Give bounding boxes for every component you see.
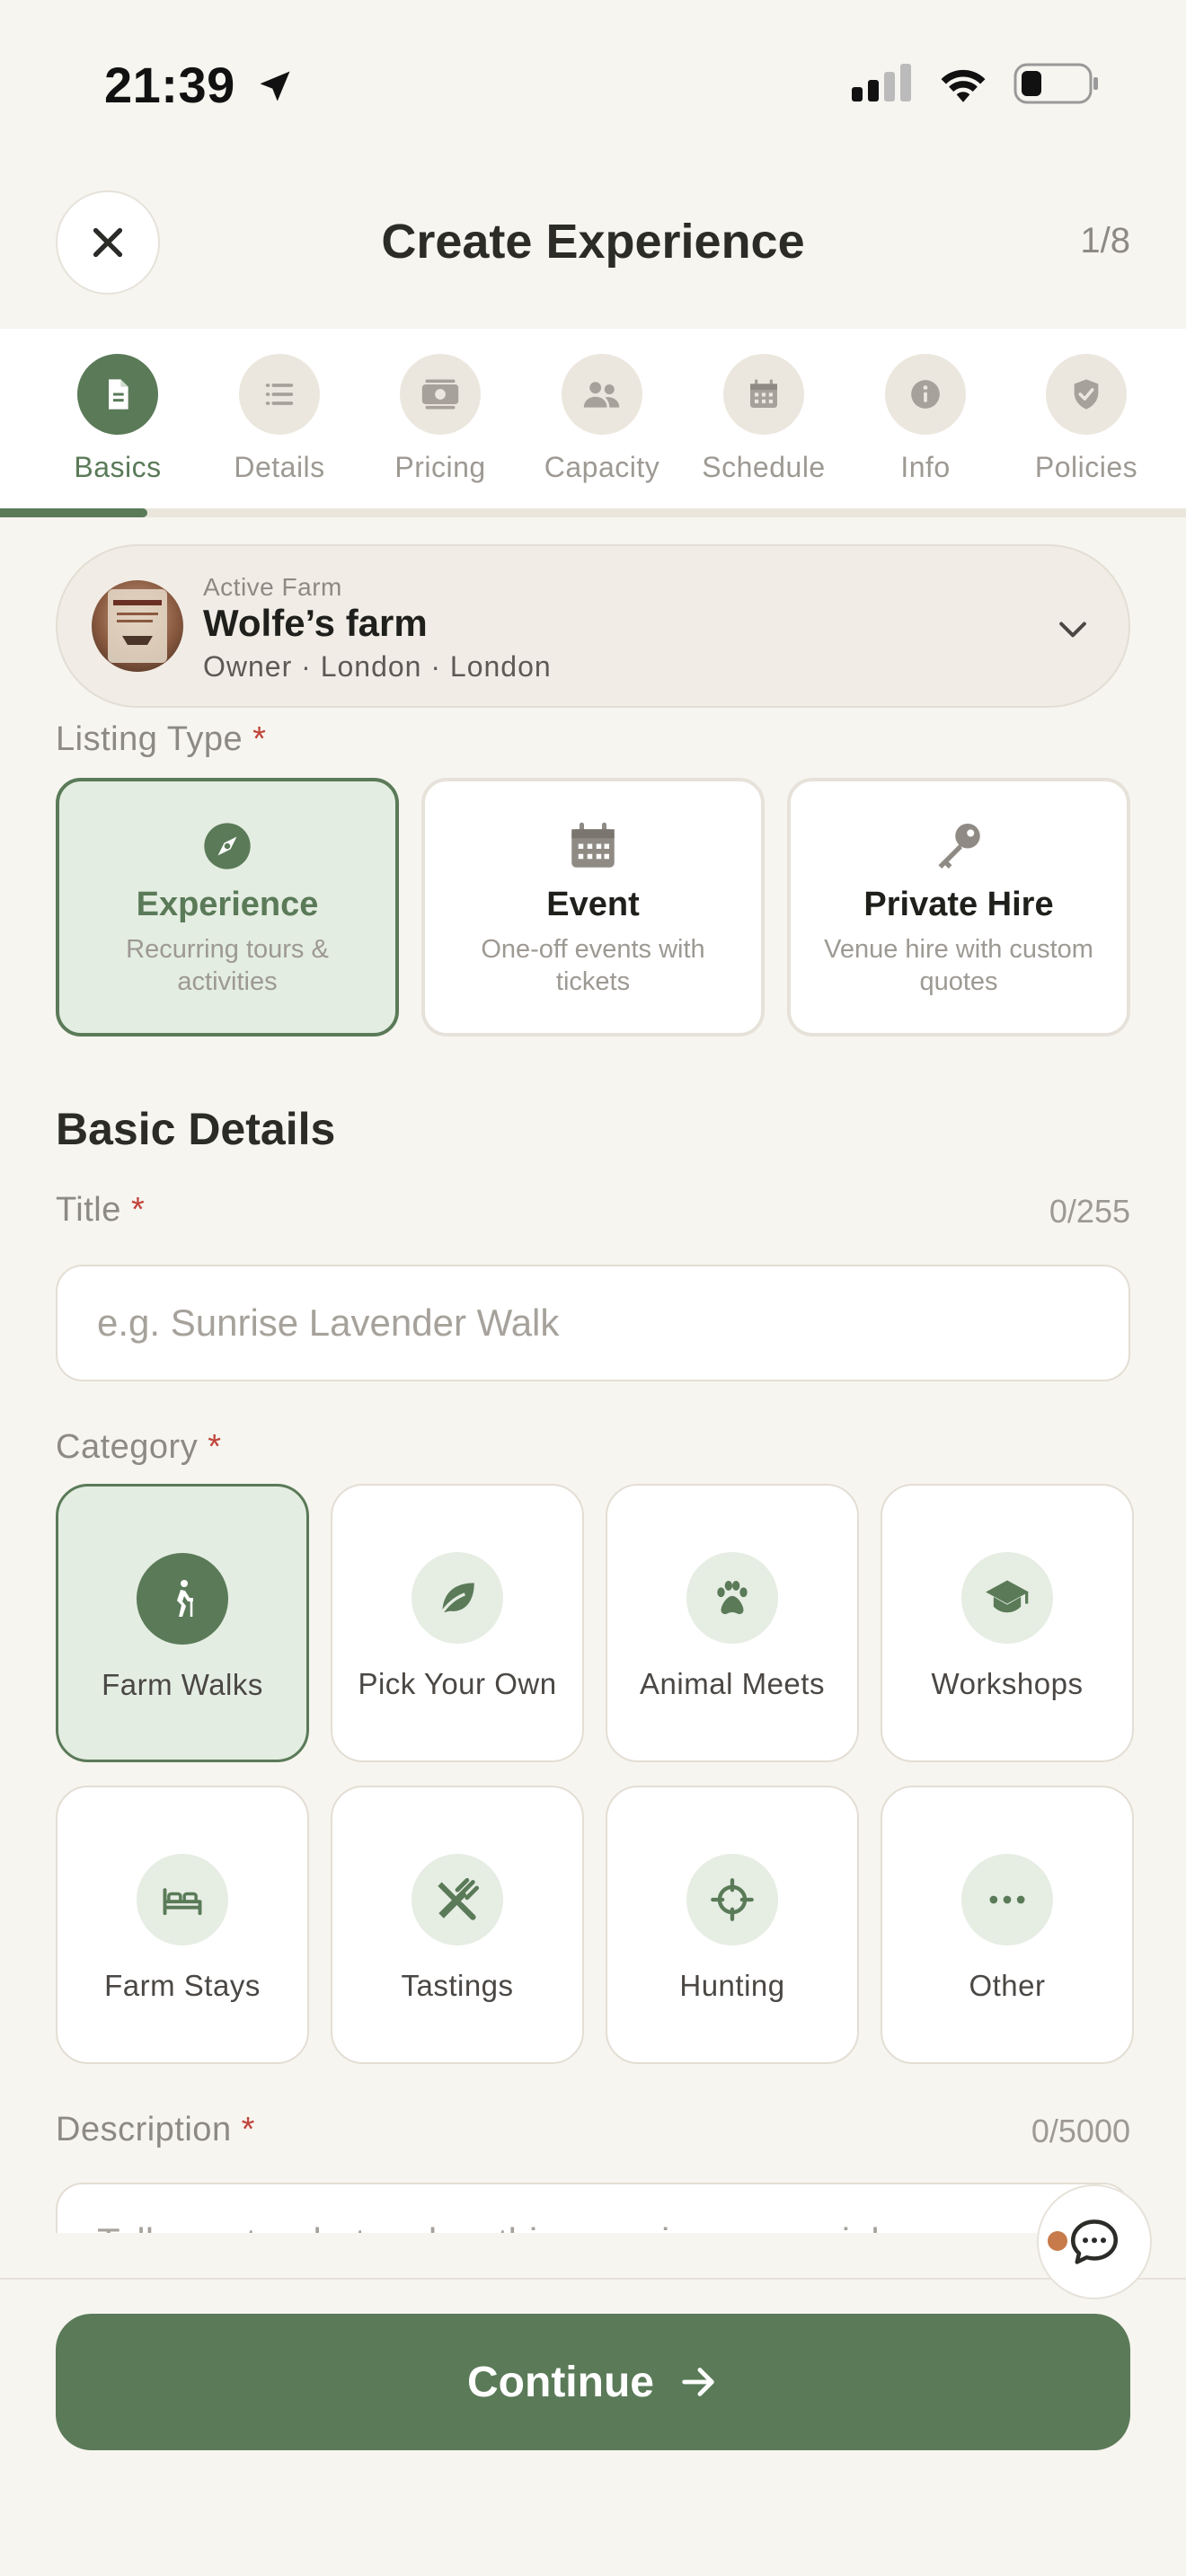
- category-other[interactable]: Other: [881, 1786, 1134, 2064]
- utensils-icon: [412, 1854, 503, 1945]
- required-marker: *: [252, 720, 267, 758]
- farm-meta: Owner · London · London: [203, 650, 552, 683]
- description-placeholder: Tell guests what makes this experience s…: [97, 2220, 880, 2233]
- location-arrow-icon: [260, 71, 290, 101]
- category-label-text: Animal Meets: [640, 1667, 825, 1700]
- category-farm-stays[interactable]: Farm Stays: [56, 1786, 309, 2064]
- banknote-icon: [400, 354, 481, 435]
- title-char-counter: 0/255: [1049, 1193, 1130, 1230]
- tab-policies[interactable]: Policies: [1010, 354, 1163, 484]
- section-title: Basic Details: [56, 1104, 336, 1154]
- description-char-counter: 0/5000: [1031, 2113, 1130, 2149]
- option-subtitle: Venue hire with custom quotes: [824, 935, 1093, 996]
- category-label-text: Farm Walks: [102, 1668, 263, 1701]
- label-text: Category: [56, 1428, 199, 1466]
- farm-caption: Active Farm: [203, 573, 342, 601]
- category-animal-meets[interactable]: Animal Meets: [606, 1484, 859, 1762]
- label-text: Description: [56, 2111, 232, 2148]
- calendar-icon: [566, 819, 620, 873]
- page-title: Create Experience: [381, 215, 805, 269]
- tab-label: Capacity: [544, 451, 660, 483]
- time-text: 21:39: [104, 57, 235, 113]
- farm-avatar: [92, 580, 183, 672]
- option-subtitle: One-off events with tickets: [481, 935, 705, 996]
- category-label-text: Pick Your Own: [358, 1667, 557, 1700]
- list-icon: [239, 354, 320, 435]
- tab-pricing[interactable]: Pricing: [364, 354, 517, 484]
- option-title: Event: [546, 886, 640, 923]
- status-time: 21:39: [104, 56, 295, 114]
- arrow-right-icon: [682, 2368, 714, 2396]
- chat-bubble-icon: [1071, 2219, 1118, 2264]
- category-label: Category *: [56, 1428, 222, 1467]
- paw-icon: [686, 1552, 778, 1644]
- description-input[interactable]: Tell guests what makes this experience s…: [56, 2183, 1130, 2233]
- tab-schedule[interactable]: Schedule: [687, 354, 840, 484]
- required-marker: *: [208, 1428, 222, 1466]
- calendar-icon: [723, 354, 804, 435]
- info-icon: [885, 354, 966, 435]
- wifi-icon: [941, 69, 986, 102]
- option-subtitle: Recurring tours & activities: [126, 935, 329, 996]
- category-farm-walks[interactable]: Farm Walks: [56, 1484, 309, 1762]
- crosshair-icon: [686, 1854, 778, 1945]
- continue-label: Continue: [467, 2358, 654, 2406]
- tab-label: Info: [900, 451, 951, 483]
- key-icon: [932, 819, 986, 873]
- required-marker: *: [130, 1191, 146, 1229]
- category-pick-your-own[interactable]: Pick Your Own: [331, 1484, 584, 1762]
- required-marker: *: [241, 2111, 255, 2148]
- category-tastings[interactable]: Tastings: [331, 1786, 584, 2064]
- listing-type-private-hire[interactable]: Private Hire Venue hire with custom quot…: [787, 778, 1130, 1037]
- category-hunting[interactable]: Hunting: [606, 1786, 859, 2064]
- tab-basics[interactable]: Basics: [41, 354, 194, 484]
- title-placeholder: e.g. Sunrise Lavender Walk: [97, 1301, 560, 1344]
- category-label-text: Tastings: [401, 1969, 514, 2002]
- hiker-icon: [137, 1553, 228, 1645]
- category-label-text: Hunting: [679, 1969, 785, 2002]
- ellipsis-icon: [961, 1854, 1053, 1945]
- listing-type-event[interactable]: Event One-off events with tickets: [421, 778, 765, 1037]
- leaf-icon: [412, 1552, 503, 1644]
- document-icon: [77, 354, 158, 435]
- tab-info[interactable]: Info: [849, 354, 1002, 484]
- progress-fill: [0, 508, 147, 517]
- continue-button[interactable]: Continue: [56, 2314, 1130, 2450]
- title-label: Title *: [56, 1191, 145, 1230]
- category-label-text: Workshops: [931, 1667, 1084, 1700]
- farm-name: Wolfe’s farm: [203, 602, 428, 644]
- tab-label: Details: [234, 451, 325, 483]
- title-input[interactable]: e.g. Sunrise Lavender Walk: [56, 1265, 1130, 1381]
- step-tabs: Basics Details Pricing Capacity Schedule…: [0, 329, 1186, 508]
- status-icons: [852, 63, 1100, 104]
- tab-capacity[interactable]: Capacity: [526, 354, 678, 484]
- farm-selector[interactable]: Active Farm Wolfe’s farm Owner · London …: [56, 544, 1130, 708]
- compass-icon: [200, 819, 254, 873]
- option-title: Private Hire: [863, 886, 1054, 923]
- category-label-text: Other: [969, 1969, 1046, 2002]
- category-workshops[interactable]: Workshops: [881, 1484, 1134, 1762]
- label-text: Title: [56, 1191, 121, 1229]
- tab-label: Policies: [1034, 451, 1138, 483]
- tab-label: Schedule: [702, 451, 826, 483]
- listing-type-experience[interactable]: Experience Recurring tours & activities: [56, 778, 399, 1037]
- battery-icon: [1013, 63, 1098, 104]
- option-title: Experience: [136, 886, 319, 923]
- step-counter: 1/8: [1080, 221, 1130, 260]
- tab-label: Basics: [74, 451, 162, 483]
- notification-dot: [1048, 2231, 1067, 2251]
- tab-details[interactable]: Details: [203, 354, 356, 484]
- listing-type-label: Listing Type *: [56, 720, 266, 759]
- category-label-text: Farm Stays: [104, 1969, 261, 2002]
- progress-track: [0, 508, 1186, 517]
- chevron-down-icon: [1059, 622, 1086, 638]
- label-text: Listing Type: [56, 720, 243, 758]
- tab-label: Pricing: [394, 451, 486, 483]
- description-label: Description *: [56, 2111, 255, 2149]
- graduation-cap-icon: [961, 1552, 1053, 1644]
- people-icon: [562, 354, 642, 435]
- cellular-signal-icon: [852, 64, 911, 101]
- shield-check-icon: [1046, 354, 1127, 435]
- bed-icon: [137, 1854, 228, 1945]
